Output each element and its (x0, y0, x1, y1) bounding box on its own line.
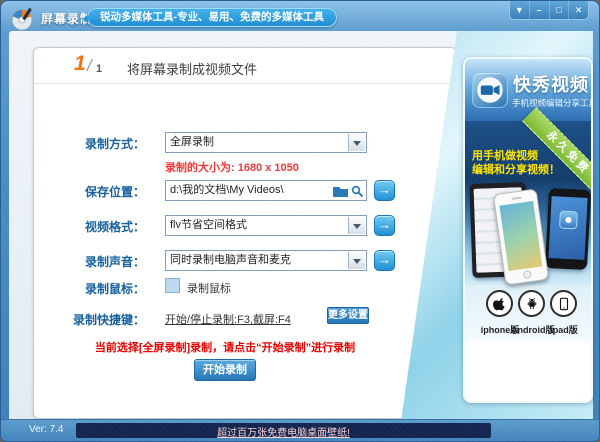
chevron-down-icon[interactable] (348, 252, 365, 269)
panel-header: 1 / 1 将屏幕录制成视频文件 (34, 48, 456, 84)
hotkeys-value: 开始/停止录制:F3,截屏:F4 (165, 314, 291, 326)
version-label: Ver: 7.4 (29, 424, 64, 435)
page-title: 将屏幕录制成视频文件 (127, 62, 258, 77)
promo-app-tagline: 手机视频编辑分享工具 (512, 98, 593, 108)
sidebar-bottom-area (465, 341, 591, 401)
promo-line2: 编辑和分享视频！ (472, 164, 560, 176)
save-path-value: d:\我的文档\My Videos\ (170, 184, 284, 196)
platform-downloads: iphone版 Android版 ipad版 (465, 285, 591, 341)
video-format-value: flv节省空间格式 (170, 219, 247, 231)
record-sound-label: 录制声音： (84, 255, 145, 269)
ipad-icon[interactable] (550, 290, 577, 317)
marketing-bubble: 锐动多媒体工具-专业、易用、免费的多媒体工具 (82, 8, 337, 27)
record-mode-value: 全屏录制 (170, 136, 214, 148)
start-recording-button[interactable]: 开始录制 (194, 359, 256, 381)
record-mode-label: 录制方式： (84, 137, 145, 151)
step-total: 1 (96, 63, 103, 75)
record-sound-select[interactable]: 同时录制电脑声音和麦克 (165, 250, 367, 271)
record-mouse-checkbox-label: 录制鼠标 (187, 283, 231, 295)
current-mode-notice: 当前选择[全屏录制]录制，请点击“开始录制”进行录制 (94, 342, 356, 354)
step-separator: / (87, 56, 92, 75)
close-button[interactable]: ✕ (569, 1, 588, 19)
app-window: 屏幕录制 锐动多媒体工具-专业、易用、免费的多媒体工具 ▼ – □ ✕ 1 / … (0, 0, 600, 442)
video-format-select[interactable]: flv节省空间格式 (165, 215, 367, 236)
save-path-label: 保存位置： (84, 185, 145, 199)
minimize-button[interactable]: – (530, 1, 550, 19)
maximize-button[interactable]: □ (550, 1, 570, 19)
device-showcase (465, 179, 591, 286)
hotkeys-label: 录制快捷键： (72, 313, 145, 327)
folder-icon (333, 187, 348, 197)
window-controls: ▼ – □ ✕ (509, 1, 589, 20)
save-path-go-button[interactable]: → (374, 180, 395, 201)
step-number: 1 (74, 52, 86, 75)
wallpaper-promo-link[interactable]: 超过百万张免费电脑桌面壁纸! (217, 428, 350, 439)
chevron-down-icon[interactable] (348, 134, 365, 151)
record-mouse-checkbox[interactable] (165, 278, 180, 293)
browse-folder-search-icons[interactable] (332, 184, 364, 200)
video-format-go-button[interactable]: → (374, 215, 395, 236)
save-path-input[interactable]: d:\我的文档\My Videos\ (165, 180, 367, 201)
statusbar: Ver: 7.4 超过百万张免费电脑桌面壁纸! (1, 419, 599, 441)
titlebar: 屏幕录制 锐动多媒体工具-专业、易用、免费的多媒体工具 ▼ – □ ✕ (1, 1, 599, 31)
video-camera-icon (472, 72, 508, 108)
record-size-note: 录制的大小为: 1680 x 1050 (165, 162, 299, 174)
footer-ad-banner: 超过百万张免费电脑桌面壁纸! (76, 423, 491, 439)
sidebar-banner: 快秀视频 手机视频编辑分享工具 (465, 59, 591, 121)
record-sound-go-button[interactable]: → (374, 250, 395, 271)
promo-sidebar[interactable]: 快秀视频 手机视频编辑分享工具 用手机做视频 编辑和分享视频！ 永久免费 iph… (463, 57, 593, 403)
search-icon (351, 185, 361, 195)
platform-label-ipad: ipad版 (550, 325, 578, 335)
main-panel: 1 / 1 将屏幕录制成视频文件 录制方式： 全屏录制 录制的大小为: 1680… (33, 47, 457, 419)
app-logo-icon (11, 7, 35, 31)
record-mouse-label: 录制鼠标： (84, 282, 145, 296)
record-sound-value: 同时录制电脑声音和麦克 (170, 254, 291, 266)
promo-app-name: 快秀视频 (513, 75, 589, 95)
video-format-label: 视频格式： (84, 220, 145, 234)
menu-button[interactable]: ▼ (510, 1, 530, 19)
chevron-down-icon[interactable] (348, 217, 365, 234)
apple-icon[interactable] (486, 290, 513, 317)
more-settings-button[interactable]: 更多设置 (327, 307, 369, 324)
android-icon[interactable] (518, 290, 545, 317)
android-phone-image (544, 187, 591, 271)
record-mode-select[interactable]: 全屏录制 (165, 132, 367, 153)
